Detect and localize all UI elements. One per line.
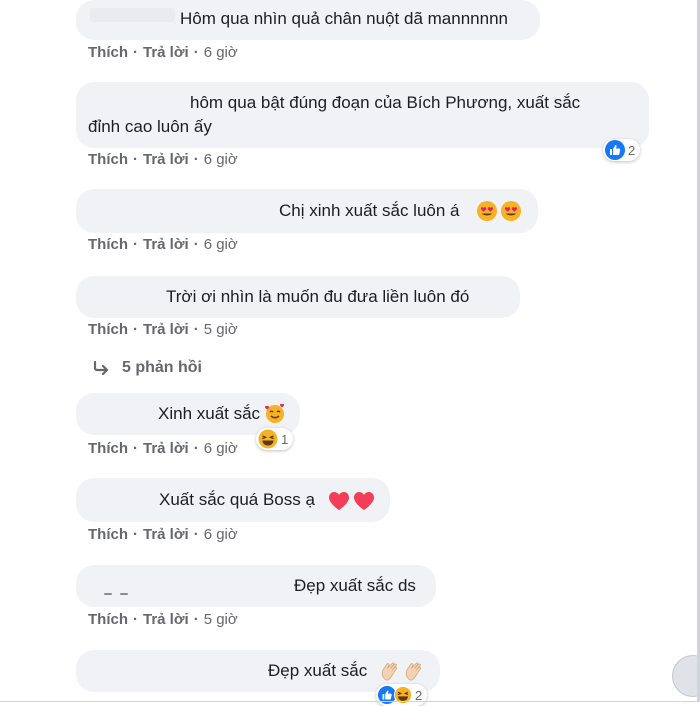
clap-icon — [380, 659, 404, 682]
like-link[interactable]: Thích — [88, 321, 128, 338]
reply-link[interactable]: Trả lời — [143, 526, 189, 543]
separator-dot: · — [193, 236, 199, 253]
timestamp[interactable]: 6 giờ — [204, 44, 238, 61]
timestamp[interactable]: 6 giờ — [204, 236, 238, 253]
comment-bubble: Trời ơi nhìn là muốn đu đưa liền luôn đó — [76, 276, 520, 318]
separator-dot: · — [193, 526, 199, 543]
separator-dot: · — [193, 151, 199, 168]
separator-dot: · — [193, 611, 199, 628]
blurred-username — [104, 593, 112, 595]
reply-link[interactable]: Trả lời — [143, 321, 189, 338]
reaction-count: 2 — [628, 142, 636, 158]
timestamp[interactable]: 6 giờ — [204, 151, 238, 168]
comment-actions: Thích · Trả lời · 6 giờ — [88, 440, 238, 457]
separator-dot: · — [133, 321, 138, 338]
like-link[interactable]: Thích — [88, 440, 128, 457]
separator-dot: · — [193, 321, 199, 338]
comment-text: Đẹp xuất sắc ds — [294, 576, 416, 595]
comment-text-line-2: đỉnh cao luôn ấy — [88, 117, 212, 136]
comment-text: Trời ơi nhìn là muốn đu đưa liền luôn đó — [166, 287, 470, 306]
comment-actions: Thích · Trả lời · 6 giờ — [88, 44, 238, 61]
comment-text: Xinh xuất sắc — [158, 404, 261, 423]
separator-dot: · — [133, 526, 138, 543]
timestamp[interactable]: 5 giờ — [204, 611, 238, 628]
separator-dot: · — [133, 236, 138, 253]
heart-eyes-icon — [500, 199, 522, 222]
comment-actions: Thích · Trả lời · 6 giờ — [88, 151, 238, 168]
smiling-face-with-hearts-icon — [264, 401, 286, 424]
blurred-username — [90, 8, 175, 22]
heart-icon — [353, 489, 375, 511]
comment-bubble: Xuất sắc quá Boss ạ — [76, 478, 390, 522]
timestamp[interactable]: 6 giờ — [204, 440, 238, 457]
like-icon — [605, 140, 625, 160]
separator-dot: · — [133, 151, 138, 168]
reaction-summary[interactable]: 1 — [256, 428, 294, 450]
avatar[interactable] — [672, 655, 700, 697]
comment-text-line-1: hôm qua bật đúng đoạn của Bích Phương, x… — [190, 93, 581, 112]
reply-link[interactable]: Trả lời — [143, 151, 189, 168]
haha-icon — [258, 429, 278, 449]
comment-text: Xuất sắc quá Boss ạ — [159, 490, 315, 509]
like-link[interactable]: Thích — [88, 611, 128, 628]
comment-text: Chị xinh xuất sắc luôn á — [279, 201, 460, 220]
reaction-count: 1 — [281, 431, 289, 447]
like-link[interactable]: Thích — [88, 526, 128, 543]
heart-eyes-icon — [476, 199, 498, 222]
comment-bubble: hôm qua bật đúng đoạn của Bích Phương, x… — [76, 82, 649, 148]
reply-arrow-icon — [93, 361, 109, 375]
like-link[interactable]: Thích — [88, 151, 128, 168]
timestamp[interactable]: 5 giờ — [204, 321, 238, 338]
reply-link[interactable]: Trả lời — [143, 440, 189, 457]
reply-link[interactable]: Trả lời — [143, 236, 189, 253]
comment-actions: Thích · Trả lời · 6 giờ — [88, 526, 238, 543]
comment-text: Hôm qua nhìn quả chân nuột dã mannnnnn — [180, 9, 508, 28]
reply-link[interactable]: Trả lời — [143, 44, 189, 61]
replies-label: 5 phản hồi — [122, 359, 202, 376]
separator-dot: · — [133, 44, 138, 61]
comment-actions: Thích · Trả lời · 6 giờ — [88, 236, 238, 253]
comment-actions: Thích · Trả lời · 5 giờ — [88, 321, 238, 338]
separator-dot: · — [193, 440, 199, 457]
comment-bubble: Chị xinh xuất sắc luôn á — [76, 189, 538, 233]
like-link[interactable]: Thích — [88, 236, 128, 253]
comment-text: Đẹp xuất sắc — [268, 661, 368, 680]
comment-actions: Thích · Trả lời · 5 giờ — [88, 611, 238, 628]
reply-link[interactable]: Trả lời — [143, 611, 189, 628]
blurred-username — [120, 593, 128, 595]
separator-dot: · — [193, 44, 199, 61]
view-replies-link[interactable]: 5 phản hồi — [92, 359, 202, 377]
reaction-summary[interactable]: 2 — [376, 684, 428, 706]
timestamp[interactable]: 6 giờ — [204, 526, 238, 543]
comment-bubble: Hôm qua nhìn quả chân nuột dã mannnnnn — [76, 0, 540, 40]
like-link[interactable]: Thích — [88, 44, 128, 61]
reaction-summary[interactable]: 2 — [603, 139, 641, 161]
clap-icon — [404, 659, 428, 682]
heart-icon — [328, 489, 350, 511]
comment-bubble: Đẹp xuất sắc ds — [76, 565, 436, 607]
separator-dot: · — [133, 611, 138, 628]
separator-dot: · — [133, 440, 138, 457]
